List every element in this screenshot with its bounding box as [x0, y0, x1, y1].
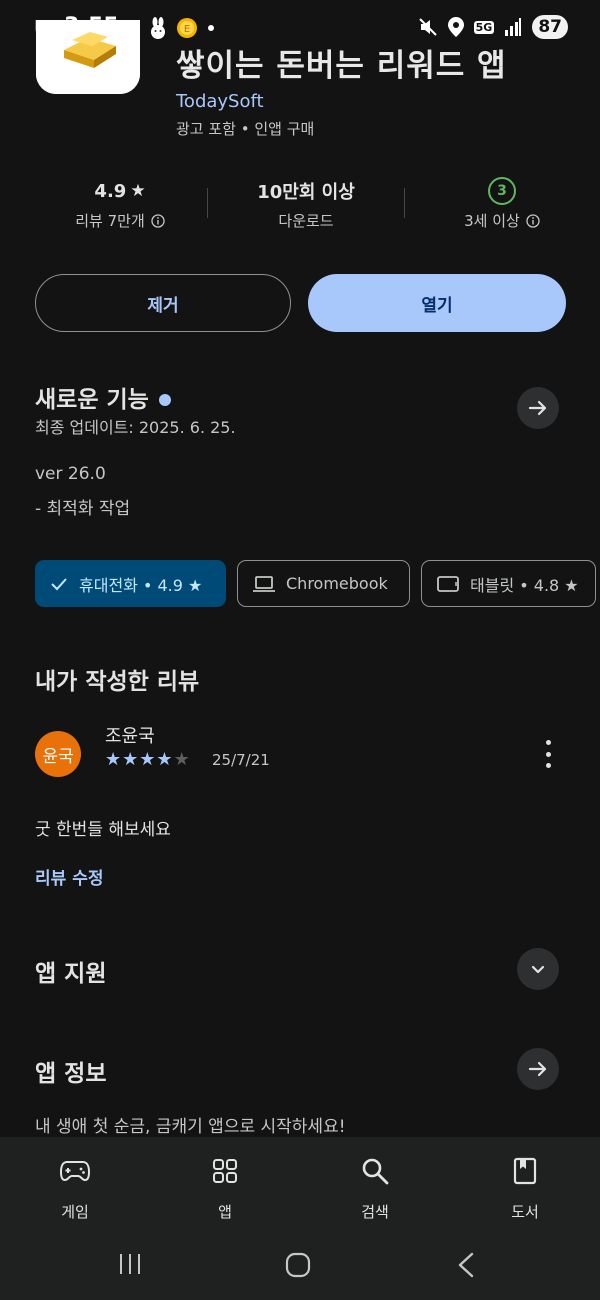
stat-divider — [404, 188, 405, 218]
age-label: 3세 이상 — [464, 212, 520, 230]
device-chip-chromebook[interactable]: Chromebook — [237, 560, 410, 607]
stat-divider — [207, 188, 208, 218]
gamepad-icon — [60, 1161, 90, 1182]
location-icon — [447, 17, 464, 37]
review-stars: ★ ★ ★ ★ ★ — [105, 749, 190, 770]
app-info-title[interactable]: 앱 정보 — [35, 1054, 107, 1088]
app-info-summary: 내 생애 첫 순금, 금캐기 앱으로 시작하세요! — [35, 1117, 346, 1137]
svg-text:E: E — [184, 24, 190, 35]
laptop-icon — [253, 575, 275, 592]
book-icon — [513, 1157, 537, 1185]
age-badge-icon: 3 — [488, 177, 516, 205]
notification-dot-icon — [208, 25, 214, 31]
downloads-stat: 10만회 이상 다운로드 — [216, 178, 396, 231]
network-type: 5G — [473, 20, 495, 34]
recent-apps-icon[interactable] — [118, 1252, 142, 1276]
nav-apps[interactable]: 앱 — [175, 1155, 275, 1222]
arrow-right-icon — [528, 400, 547, 416]
system-nav-bar — [0, 1250, 600, 1280]
star-icon: ★ — [130, 181, 146, 201]
gold-bar-icon — [36, 20, 140, 94]
back-icon[interactable] — [456, 1252, 476, 1278]
nav-games[interactable]: 게임 — [25, 1155, 125, 1222]
rating-label: 리뷰 7만개 — [75, 212, 145, 230]
release-notes: - 최적화 작업 — [35, 499, 131, 519]
app-title: 쌓이는 돈버는 리워드 앱 — [176, 48, 507, 84]
info-icon — [526, 213, 540, 228]
star-filled-icon: ★ — [156, 749, 173, 770]
device-chip-label: 태블릿 • 4.8 ★ — [470, 575, 579, 595]
battery-indicator: 87 — [532, 15, 568, 39]
rabbit-icon — [151, 17, 165, 39]
mute-icon — [418, 18, 437, 36]
whats-new-title: 새로운 기능 — [35, 387, 149, 413]
arrow-right-icon — [528, 1061, 547, 1077]
info-icon — [151, 213, 165, 228]
more-options-icon[interactable] — [538, 740, 558, 768]
review-date: 25/7/21 — [212, 751, 270, 769]
age-rating-stat[interactable]: 3 3세 이상 — [412, 177, 592, 231]
tablet-icon — [437, 575, 459, 592]
signal-icon — [505, 18, 522, 36]
nav-label: 도서 — [511, 1203, 539, 1221]
avatar: 윤국 — [35, 731, 81, 777]
star-empty-icon: ★ — [173, 749, 190, 770]
app-icon — [36, 20, 140, 94]
reviewer-name: 조윤국 — [105, 726, 155, 747]
home-icon[interactable] — [285, 1252, 311, 1278]
nav-label: 게임 — [61, 1203, 89, 1221]
nav-search[interactable]: 검색 — [325, 1155, 425, 1222]
star-filled-icon: ★ — [122, 749, 139, 770]
rating-value: 4.9 — [94, 180, 127, 202]
downloads-value: 10만회 이상 — [257, 182, 355, 203]
star-filled-icon: ★ — [139, 749, 156, 770]
device-chip-tablet[interactable]: 태블릿 • 4.8 ★ — [421, 560, 596, 607]
review-text: 굿 한번들 해보세요 — [35, 820, 171, 840]
nav-books[interactable]: 도서 — [475, 1155, 575, 1222]
star-filled-icon: ★ — [105, 749, 122, 770]
apps-grid-icon — [213, 1159, 237, 1183]
search-icon — [362, 1158, 389, 1185]
my-review-title: 내가 작성한 리뷰 — [35, 669, 200, 695]
device-chip-phone[interactable]: 휴대전화 • 4.9 ★ — [35, 560, 226, 607]
developer-link[interactable]: TodaySoft — [176, 91, 264, 112]
whats-new-arrow-button[interactable] — [517, 387, 559, 429]
uninstall-button[interactable]: 제거 — [35, 274, 291, 332]
downloads-label: 다운로드 — [278, 212, 334, 230]
edit-review-link[interactable]: 리뷰 수정 — [35, 864, 103, 889]
app-support-expand-button[interactable] — [517, 948, 559, 990]
device-chip-label: 휴대전화 • 4.9 ★ — [79, 575, 203, 595]
last-updated: 최종 업데이트: 2025. 6. 25. — [35, 418, 236, 437]
app-info-arrow-button[interactable] — [517, 1048, 559, 1090]
nav-label: 검색 — [361, 1203, 389, 1221]
rating-stat[interactable]: 4.9 ★ 리뷰 7만개 — [30, 178, 210, 231]
chevron-down-icon — [531, 965, 545, 974]
check-icon — [51, 577, 67, 590]
new-dot-icon — [158, 393, 171, 406]
version-text: ver 26.0 — [35, 464, 106, 484]
open-button[interactable]: 열기 — [308, 274, 566, 332]
nav-label: 앱 — [218, 1203, 232, 1221]
app-support-title[interactable]: 앱 지원 — [35, 954, 107, 988]
device-chip-label: Chromebook — [286, 574, 388, 593]
coin-icon: E — [177, 18, 197, 38]
whats-new-header[interactable]: 새로운 기능 — [35, 380, 171, 414]
app-meta: 광고 포함 • 인앱 구매 — [176, 120, 315, 138]
